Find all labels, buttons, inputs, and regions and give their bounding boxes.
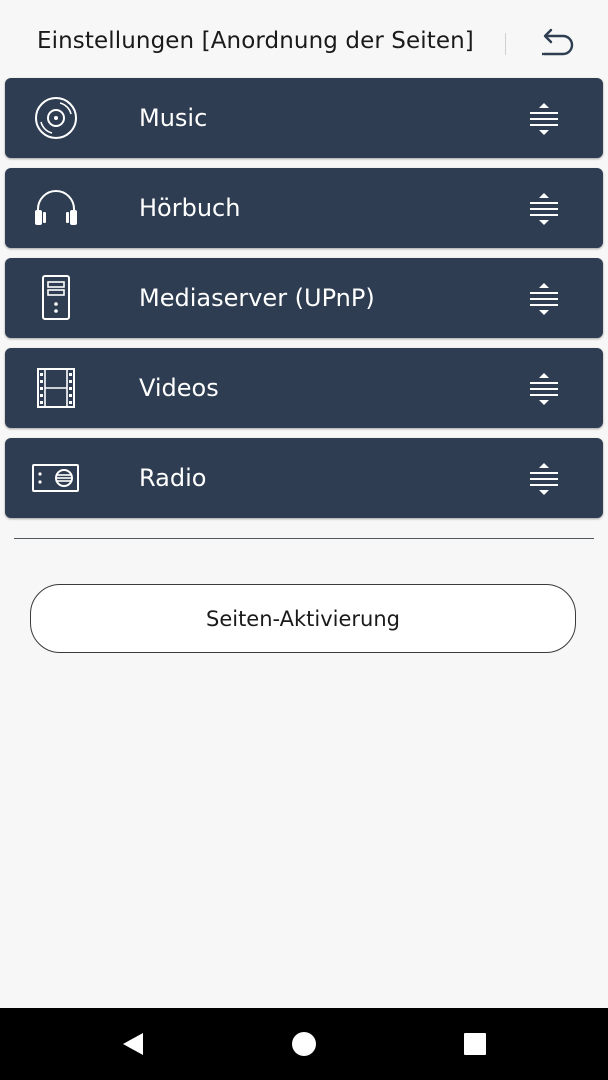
page-row-label: Hörbuch [139,194,241,222]
drag-handle-icon[interactable] [527,101,561,137]
page-title: Einstellungen [Anordnung der Seiten] [37,28,474,54]
section-divider [14,538,594,539]
nav-back-triangle-icon[interactable] [118,1030,146,1058]
nav-home-circle-icon[interactable] [290,1030,318,1058]
nav-recents-square-icon[interactable] [461,1030,489,1058]
film-strip-icon [30,365,82,411]
drag-handle-icon[interactable] [527,191,561,227]
page-row-label: Radio [139,464,207,492]
page-row-videos[interactable]: Videos [5,348,603,428]
vinyl-disc-icon [30,95,82,141]
headphones-icon [30,185,82,231]
android-navigation-bar [0,1008,608,1080]
page-row-hoerbuch[interactable]: Hörbuch [5,168,603,248]
page-row-radio[interactable]: Radio [5,438,603,518]
page-activation-button[interactable]: Seiten-Aktivierung [30,584,576,653]
page-row-label: Mediaserver (UPnP) [139,284,375,312]
header-divider [505,33,506,55]
undo-arrow-icon[interactable] [536,26,576,62]
page-row-label: Videos [139,374,219,402]
page-row-label: Music [139,104,208,132]
page-row-music[interactable]: Music [5,78,603,158]
header: Einstellungen [Anordnung der Seiten] [0,0,608,78]
page-order-list: Music Hörbuch Mediaserver (UPnP) Videos … [5,78,603,528]
drag-handle-icon[interactable] [527,281,561,317]
radio-icon [30,455,82,501]
media-server-icon [30,275,82,321]
drag-handle-icon[interactable] [527,461,561,497]
drag-handle-icon[interactable] [527,371,561,407]
page-row-mediaserver[interactable]: Mediaserver (UPnP) [5,258,603,338]
